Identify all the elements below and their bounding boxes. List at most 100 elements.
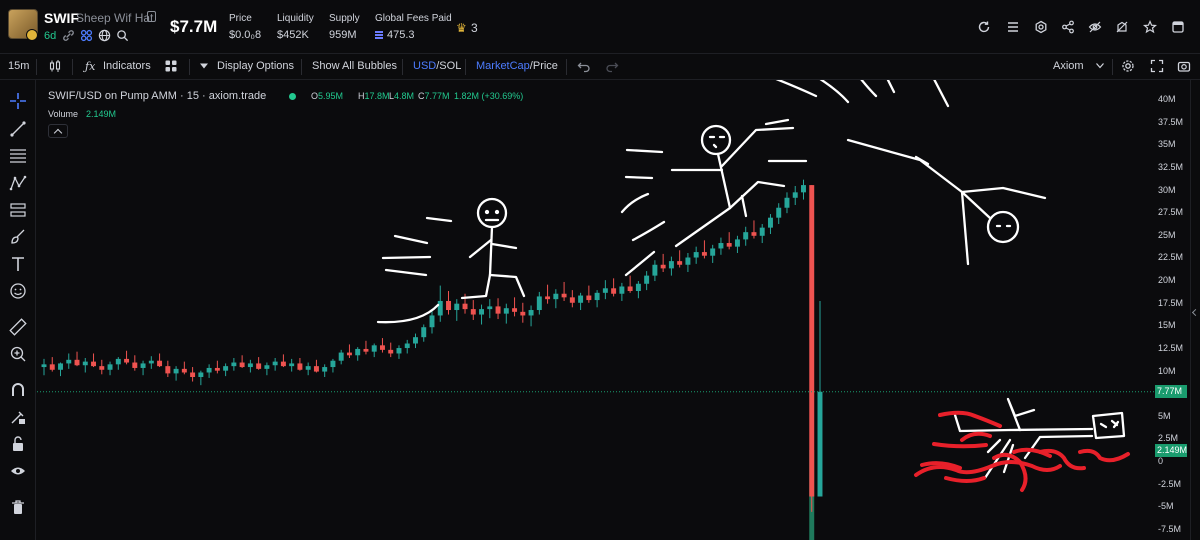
price-axis[interactable]: 40M 37.5M 35M 32.5M 30M 27.5M 25M 22.5M 20M 17.5M… (1155, 80, 1188, 540)
ohlc-close: C7.77M (418, 91, 450, 101)
chevron-down-icon[interactable] (199, 62, 209, 70)
trash-icon[interactable] (9, 498, 27, 516)
gear-icon[interactable] (1121, 59, 1135, 73)
window-icon[interactable] (1171, 20, 1185, 34)
pattern-icon[interactable] (9, 174, 27, 192)
brush-icon[interactable] (9, 228, 27, 246)
token-age: 6d (44, 30, 57, 42)
undo-icon[interactable] (577, 59, 591, 73)
candle (759, 224, 765, 244)
crosshair-icon[interactable] (9, 92, 27, 110)
collapse-legend-button[interactable] (48, 124, 68, 138)
candle-body (338, 352, 344, 361)
eye-off-icon[interactable] (1088, 20, 1102, 34)
candle-body (594, 292, 600, 301)
show-all-bubbles-button[interactable]: Show All Bubbles (312, 60, 397, 72)
candle-body (66, 359, 72, 364)
hide-icon[interactable] (1115, 20, 1129, 34)
price-tick-label: 12.5M (1158, 342, 1184, 353)
share-icon[interactable] (1061, 20, 1075, 34)
divider (402, 59, 403, 75)
currency-sol[interactable]: SOL (439, 60, 461, 72)
candle-body (561, 293, 567, 298)
metric-marketcap[interactable]: MarketCap (476, 60, 530, 72)
list-icon[interactable] (1006, 20, 1020, 34)
link-icon[interactable] (62, 29, 75, 42)
settings-icon[interactable] (1034, 20, 1048, 34)
candle-body (58, 363, 63, 370)
ruler-icon[interactable] (9, 318, 27, 336)
candle-body (569, 297, 575, 303)
chevron-down-icon[interactable] (1095, 62, 1105, 70)
candle-body (421, 327, 427, 338)
metric-price[interactable]: Price (533, 60, 558, 72)
candle-body (520, 311, 526, 316)
ohlc-change-value: 1.82M (+30.69%) (454, 91, 524, 101)
liquidity-label: Liquidity (277, 13, 314, 24)
community-icon[interactable] (80, 29, 93, 42)
global-fees-value: 475.3 (387, 29, 415, 41)
fullscreen-icon[interactable] (1150, 59, 1164, 73)
indicators-button[interactable]: Indicators (103, 60, 151, 72)
candle-body (313, 366, 319, 372)
panel-toggle[interactable] (1190, 80, 1200, 540)
candle-body (586, 295, 592, 301)
copy-icon[interactable] (147, 11, 156, 22)
emoji-icon[interactable] (9, 282, 27, 300)
currency-usd[interactable]: USD (413, 60, 436, 72)
candle (726, 232, 732, 250)
star-icon[interactable] (1143, 20, 1157, 34)
candle (99, 359, 105, 375)
token-name: Sheep Wif Hat (76, 11, 154, 25)
price-chart[interactable] (37, 80, 1154, 540)
candle-body (223, 366, 229, 371)
metric-toggle[interactable]: MarketCap/Price (476, 60, 558, 72)
refresh-icon[interactable] (977, 20, 991, 34)
snapshot-icon[interactable] (1177, 59, 1191, 73)
candle-body (280, 361, 286, 367)
ohlc-open-value: 5.95M (318, 91, 344, 101)
currency-toggle[interactable]: USD/SOL (413, 60, 461, 72)
interval-selector[interactable]: 15m (8, 60, 29, 72)
candle (91, 353, 97, 368)
fib-retracement-icon[interactable] (9, 147, 27, 165)
candle-body (206, 367, 212, 373)
fallen-stickman (953, 397, 1126, 480)
token-ticker: SWIF (44, 10, 79, 26)
candle (660, 253, 666, 272)
price-tick-label: 22.5M (1158, 252, 1184, 263)
candle-body (693, 252, 699, 258)
lock-icon[interactable] (9, 435, 27, 453)
eye-icon[interactable] (9, 462, 27, 480)
trend-line-icon[interactable] (9, 120, 27, 138)
candle (512, 297, 518, 317)
price-label: Price (229, 13, 252, 24)
candle (685, 252, 691, 272)
candle-type-icon[interactable] (48, 59, 62, 73)
display-options-button[interactable]: Display Options (217, 60, 294, 72)
candle-body (148, 360, 154, 364)
candle-body (751, 232, 757, 236)
candle (82, 358, 88, 373)
redo-icon[interactable] (605, 59, 619, 73)
fx-icon[interactable]: ƒx (85, 60, 95, 73)
search-icon[interactable] (116, 29, 129, 42)
candle (313, 359, 319, 373)
layout-grid-icon[interactable] (164, 59, 178, 73)
text-tool-icon[interactable] (9, 255, 27, 273)
candle (322, 364, 328, 378)
globe-icon[interactable] (98, 29, 111, 42)
candle-body (701, 252, 707, 256)
magnet-icon[interactable] (9, 381, 27, 399)
candle-body (388, 349, 394, 354)
candle-body (660, 264, 666, 269)
zoom-in-icon[interactable] (9, 345, 27, 363)
market-cap-value: $7.7M (170, 17, 218, 36)
top-holders-count[interactable]: 3 (471, 21, 478, 35)
source-selector[interactable]: Axiom (1053, 60, 1084, 72)
lock-drawing-icon[interactable] (9, 408, 27, 426)
candle-body (91, 361, 97, 367)
forecast-icon[interactable] (9, 201, 27, 219)
divider (189, 59, 190, 75)
candle-body (784, 197, 790, 208)
